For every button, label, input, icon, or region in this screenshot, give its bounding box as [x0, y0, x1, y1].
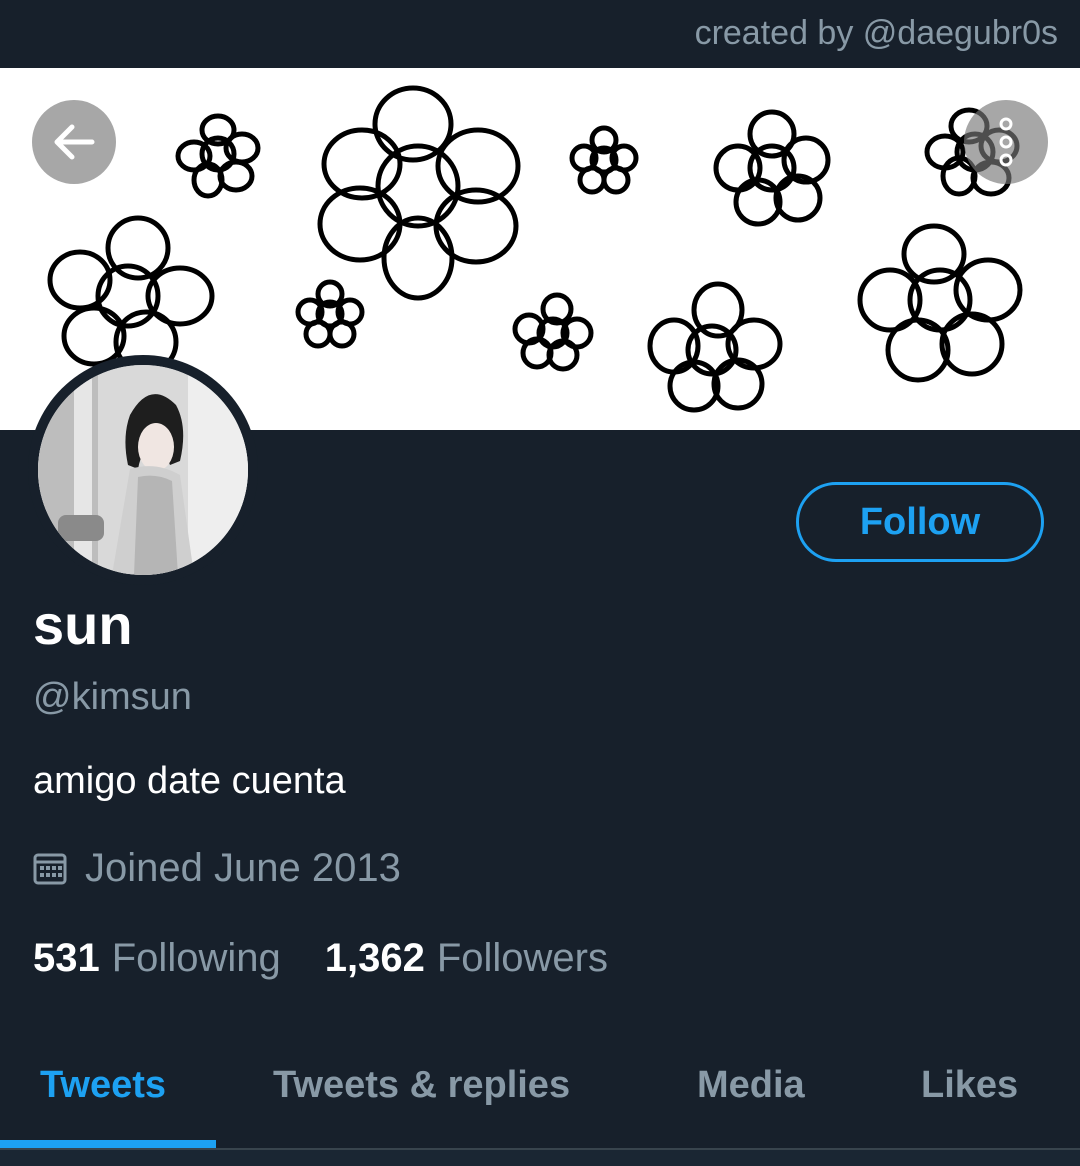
more-options-button[interactable] — [964, 100, 1048, 184]
following-label: Following — [111, 936, 281, 980]
active-tab-indicator — [0, 1140, 216, 1148]
profile-stats: 531 Following 1,362 Followers — [33, 936, 608, 981]
followers-stat[interactable]: 1,362 Followers — [325, 936, 608, 981]
back-button[interactable] — [32, 100, 116, 184]
tab-tweets-and-replies[interactable]: Tweets & replies — [273, 1064, 570, 1107]
followers-label: Followers — [436, 936, 608, 980]
tab-likes[interactable]: Likes — [921, 1064, 1018, 1107]
follow-button[interactable]: Follow — [796, 482, 1044, 562]
profile-tabs: Tweets Tweets & replies Media Likes — [0, 1040, 1080, 1150]
profile-page: created by @daegubr0s Follow sun @kimsun… — [0, 0, 1080, 1166]
calendar-icon — [33, 852, 67, 886]
more-vertical-icon — [999, 117, 1013, 167]
timeline-top-edge — [0, 1150, 1080, 1166]
avatar-photo — [38, 365, 248, 575]
following-stat[interactable]: 531 Following — [33, 936, 281, 981]
following-count: 531 — [33, 936, 100, 980]
tab-tweets[interactable]: Tweets — [40, 1064, 166, 1107]
credit-watermark: created by @daegubr0s — [694, 14, 1058, 52]
followers-count: 1,362 — [324, 936, 425, 980]
join-date: Joined June 2013 — [33, 846, 401, 891]
join-date-text: Joined June 2013 — [85, 846, 401, 890]
username-handle: @kimsun — [33, 676, 192, 718]
avatar[interactable] — [28, 355, 258, 585]
tab-media[interactable]: Media — [697, 1064, 805, 1107]
avatar-image — [38, 365, 248, 575]
display-name: sun — [33, 593, 133, 656]
profile-bio: amigo date cuenta — [33, 760, 346, 802]
back-arrow-icon — [54, 124, 95, 160]
